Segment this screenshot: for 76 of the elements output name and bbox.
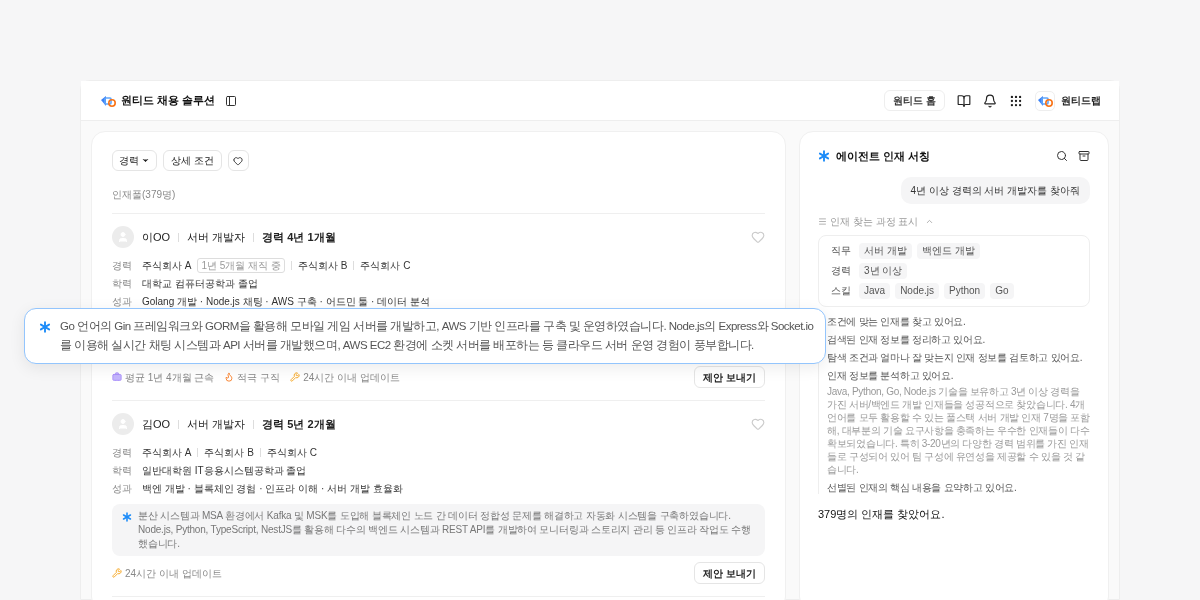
progress-step: 검색된 인재 정보를 정리하고 있어요.	[827, 332, 1090, 346]
sparkle-icon	[818, 150, 830, 163]
criteria-label: 직무	[831, 244, 852, 258]
result-text: 379명의 인재를 찾았어요.	[818, 506, 946, 522]
pool-count: 인재풀(379명)	[112, 187, 765, 214]
row-value: 주식회사 B	[204, 446, 254, 460]
meta-text: 24시간 이내 업데이트	[125, 566, 222, 581]
bell-icon[interactable]	[983, 93, 997, 108]
criteria-tag: 서버 개발	[859, 242, 912, 259]
account-name[interactable]: 원티드랩	[1061, 93, 1101, 108]
criteria-label: 경력	[831, 264, 852, 278]
criteria-tag: Java	[859, 282, 891, 299]
book-icon[interactable]	[957, 93, 971, 108]
wrench-icon	[290, 372, 301, 382]
row-label: 경력	[112, 259, 133, 273]
row-value: Golang 개발 · Node.js 채팅 · AWS 구축 · 어드민 툴 · 데이터 분석	[142, 295, 430, 309]
criteria-tag: Go	[990, 282, 1014, 299]
account-logo-icon	[1036, 93, 1054, 108]
briefcase-icon	[112, 372, 122, 382]
sparkle-icon	[39, 321, 51, 333]
candidate-role: 서버 개발자	[187, 229, 246, 245]
criteria-tag: Python	[944, 282, 986, 299]
sparkle-icon	[122, 512, 132, 522]
row-label: 학력	[112, 464, 133, 478]
row-label: 성과	[112, 482, 133, 496]
candidate-experience: 경력 5년 2개월	[262, 416, 336, 432]
progress-step: 인재 정보를 분석하고 있어요.	[827, 368, 1090, 382]
flame-icon	[224, 372, 235, 382]
row-value: 일반대학원 IT응용시스템공학과 졸업	[142, 464, 307, 478]
offer-button[interactable]: 제안 보내기	[694, 562, 765, 584]
career-filter[interactable]: 경력	[112, 150, 157, 171]
apps-grid-icon[interactable]	[1009, 93, 1023, 108]
sidebar-toggle-icon[interactable]	[225, 94, 238, 107]
home-button[interactable]: 원티드 홈	[884, 90, 945, 111]
candidate-name[interactable]: 김OO	[142, 415, 171, 433]
criteria-tag: 백엔드 개발	[916, 242, 980, 259]
row-label: 경력	[112, 446, 133, 460]
candidate-name[interactable]: 이OO	[142, 228, 171, 246]
agent-title: 에이전트 인재 서칭	[836, 149, 931, 164]
app-title: 원티드 채용 솔루션	[121, 93, 216, 109]
criteria-label: 스킬	[831, 284, 852, 298]
meta-text: 24시간 이내 업데이트	[303, 370, 400, 385]
caret-icon	[141, 156, 150, 165]
meta-text: 평균 1년 4개월 근속	[125, 370, 215, 385]
heart-icon	[233, 155, 244, 166]
candidate-role: 서버 개발자	[187, 416, 246, 432]
row-value: 대학교 컴퓨터공학과 졸업	[142, 277, 258, 291]
candidate-experience: 경력 4년 1개월	[262, 229, 336, 245]
tenure-badge: 1년 5개월 재직 중	[197, 258, 285, 273]
progress-step: 탐색 조건과 얼마나 잘 맞는지 인재 정보를 검토하고 있어요.	[827, 350, 1090, 364]
criteria-tag: 3년 이상	[859, 262, 908, 279]
criteria-tag: Node.js	[895, 282, 940, 299]
row-label: 성과	[112, 295, 133, 309]
offer-button[interactable]: 제안 보내기	[694, 366, 765, 388]
user-query-bubble: 4년 이상 경력의 서버 개발자를 찾아줘	[900, 176, 1090, 204]
row-label: 학력	[112, 277, 133, 291]
meta-text: 적극 구직	[237, 370, 281, 385]
account-avatar[interactable]	[1035, 90, 1055, 111]
analysis-text: Java, Python, Go, Node.js 기술을 보유하고 3년 이상 경력을 가진 서버/백엔드 개발 인재들을 성공적으로 찾았습니다. 4개 언어를 모두 활용할 수 있는 풀스택 서버 개발 인재 7명을 포함해, 대부분의 기술 요구사항을 충족하는 우수한 인재들이 다수 확보되었습니다. 특히 3-20년의 다양한 경력 범위를 가진 인재들로 구성되어 있어 팀 구성에 유연성을 제공할 수 있을 것 같습니다.	[827, 384, 1090, 476]
row-value: 주식회사 B	[297, 259, 348, 273]
row-value: 주식회사 C	[360, 259, 411, 273]
list-icon	[818, 216, 827, 226]
progress-step: 선별된 인재의 핵심 내용을 요약하고 있어요.	[827, 480, 1090, 494]
search-icon[interactable]	[1056, 150, 1068, 163]
row-value: 주식회사 A	[142, 446, 192, 460]
summary-text: 분산 시스템과 MSA 환경에서 Kafka 및 MSK를 도입해 블록체인 노드 간 데이터 정합성 문제를 해결하고 자동화 시스템을 구축하였습니다. Node.js, Python, TypeScript, NestJS를 활용해 다수의 백엔드 시스템과 REST API를 개발하여 모니터링과 스토리지 관리 등 인프라 작업도 수행했습니다.	[138, 509, 752, 551]
row-value: 백엔 개발 · 블록체인 경험 · 인프라 이해 · 서버 개발 효율화	[142, 482, 403, 496]
row-value: 주식회사 A	[142, 259, 192, 273]
summary-text: Go 언어의 Gin 프레임워크와 GORM을 활용해 모바일 게임 서버를 개발하고, AWS 기반 인프라를 구축 및 운영하였습니다. Node.js의 Express와 Socket.io를 이용해 실시간 채팅 시스템과 API 서버를 개발했으며, AWS EC2 환경에 소켓 서버를 배포하는 등 클라우드 서버 운영 경험이 풍부합니다.	[60, 319, 815, 353]
progress-step: 조건에 맞는 인재를 찾고 있어요.	[827, 314, 1090, 328]
favorite-filter-button[interactable]	[227, 150, 249, 171]
wrench-icon	[112, 568, 122, 578]
logo-icon	[99, 93, 117, 108]
archive-icon[interactable]	[1078, 150, 1090, 163]
detail-filter-button[interactable]: 상세 조건	[163, 150, 222, 171]
row-value: 주식회사 C	[266, 446, 317, 460]
